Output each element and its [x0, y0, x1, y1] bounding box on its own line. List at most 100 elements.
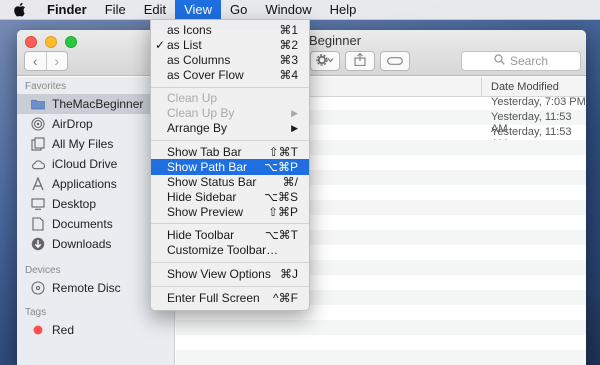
menu-item-label: Clean Up By — [167, 106, 235, 120]
forward-button[interactable]: › — [45, 52, 68, 70]
menu-item-label: Show Tab Bar — [167, 145, 242, 159]
sidebar-item-label: Remote Disc — [52, 281, 121, 295]
menu-item-show-status-bar[interactable]: Show Status Bar ⌘/ — [151, 174, 309, 190]
fullscreen-button[interactable] — [65, 36, 77, 48]
menu-item-hide-sidebar[interactable]: Hide Sidebar ⌥⌘S — [151, 189, 309, 205]
menu-item-as-cover-flow[interactable]: as Cover Flow ⌘4 — [151, 67, 309, 83]
menu-separator — [151, 87, 309, 88]
gear-icon — [316, 53, 334, 69]
sidebar-item-label: Downloads — [52, 237, 112, 251]
column-header-date-modified[interactable]: Date Modified — [481, 77, 586, 97]
sidebar-item-label: Applications — [52, 177, 117, 191]
applications-icon — [31, 177, 45, 191]
menu-item-shortcut: ⌥⌘S — [264, 190, 298, 204]
menu-item-label: Hide Toolbar — [167, 228, 235, 242]
menu-separator — [151, 140, 309, 141]
menu-item-label: Show Preview — [167, 205, 244, 219]
menu-item-label: as Cover Flow — [167, 68, 244, 82]
sidebar-item-label: Red — [52, 323, 75, 337]
menu-item-enter-full-screen[interactable]: Enter Full Screen ^⌘F — [151, 290, 309, 306]
menu-item-shortcut: ⇧⌘P — [267, 205, 298, 219]
menu-item-show-tab-bar[interactable]: Show Tab Bar ⇧⌘T — [151, 144, 309, 160]
menu-item-label: Show Path Bar — [167, 160, 248, 174]
menu-item-shortcut: ⌘3 — [279, 53, 298, 67]
menu-item-customize-toolbar[interactable]: Customize Toolbar… — [151, 242, 309, 258]
search-placeholder: Search — [509, 54, 549, 68]
menu-view[interactable]: View — [175, 0, 222, 20]
menu-help[interactable]: Help — [321, 0, 366, 20]
submenu-arrow-icon: ▶ — [291, 108, 298, 118]
sidebar-item-label: AirDrop — [52, 117, 93, 131]
menu-finder[interactable]: Finder — [38, 0, 96, 20]
menu-item-shortcut: ⇧⌘T — [268, 145, 298, 159]
menu-item-label: Clean Up — [167, 91, 218, 105]
sidebar-item-label: Desktop — [52, 197, 97, 211]
share-icon — [354, 52, 366, 69]
menu-item-label: Customize Toolbar… — [167, 243, 279, 257]
menu-bar: Finder File Edit View Go Window Help — [0, 0, 600, 20]
tag-icon — [387, 54, 403, 68]
menu-item-arrange-by[interactable]: Arrange By ▶ — [151, 120, 309, 136]
minimize-button[interactable] — [45, 36, 57, 48]
menu-item-clean-up: Clean Up — [151, 90, 309, 106]
menu-item-label: as List — [167, 38, 202, 52]
documents-icon — [31, 217, 45, 231]
menu-item-show-preview[interactable]: Show Preview ⇧⌘P — [151, 204, 309, 220]
back-button[interactable]: ‹ — [25, 52, 46, 70]
menu-item-shortcut: ⌘/ — [282, 175, 298, 189]
sidebar-heading-favorites: Favorites — [25, 81, 67, 92]
navigation-buttons: ‹ › — [24, 51, 68, 71]
menu-item-shortcut: ⌘2 — [279, 38, 298, 52]
menu-item-shortcut: ⌘J — [280, 267, 298, 281]
desktop-icon — [31, 197, 45, 211]
menu-item-shortcut: ⌥⌘T — [264, 228, 298, 242]
menu-item-label: Show View Options — [167, 267, 271, 281]
search-field[interactable]: Search — [461, 51, 581, 71]
sidebar-heading-tags: Tags — [25, 307, 47, 318]
menu-item-label: Hide Sidebar — [167, 190, 237, 204]
menu-go[interactable]: Go — [221, 0, 256, 20]
sidebar-item-tag-red[interactable]: Red — [17, 320, 175, 340]
airdrop-icon — [31, 117, 45, 131]
menu-edit[interactable]: Edit — [135, 0, 175, 20]
menu-separator — [151, 262, 309, 263]
empty-row — [176, 350, 586, 365]
menu-separator — [151, 223, 309, 224]
menu-item-shortcut: ⌥⌘P — [264, 160, 298, 174]
empty-row — [176, 320, 586, 335]
menu-item-label: Arrange By — [167, 121, 228, 135]
close-button[interactable] — [25, 36, 37, 48]
menu-item-shortcut: ⌘1 — [279, 23, 298, 37]
menu-item-clean-up-by: Clean Up By ▶ — [151, 105, 309, 121]
menu-item-as-columns[interactable]: as Columns ⌘3 — [151, 52, 309, 68]
downloads-icon — [31, 237, 45, 251]
menu-separator — [151, 286, 309, 287]
menu-item-as-list[interactable]: ✓ as List ⌘2 — [151, 37, 309, 53]
sidebar-heading-devices: Devices — [25, 265, 61, 276]
checkmark-icon: ✓ — [155, 38, 166, 52]
menu-item-shortcut: ⌘4 — [279, 68, 298, 82]
sidebar-item-label: iCloud Drive — [52, 157, 118, 171]
sidebar-item-label: Documents — [52, 217, 113, 231]
all-files-icon — [31, 137, 45, 151]
menu-item-show-view-options[interactable]: Show View Options ⌘J — [151, 266, 309, 282]
menu-item-show-path-bar[interactable]: Show Path Bar ⌥⌘P — [151, 159, 309, 175]
menu-item-hide-toolbar[interactable]: Hide Toolbar ⌥⌘T — [151, 227, 309, 243]
sidebar-item-label: TheMacBeginner — [52, 97, 144, 111]
share-button[interactable] — [345, 51, 375, 71]
menu-window[interactable]: Window — [256, 0, 320, 20]
menu-item-shortcut: ^⌘F — [273, 291, 298, 305]
sidebar-item-label: All My Files — [52, 137, 114, 151]
menu-item-label: Show Status Bar — [167, 175, 257, 189]
menu-file[interactable]: File — [96, 0, 135, 20]
menu-item-label: as Icons — [167, 23, 212, 37]
row-date: Yesterday, 7:03 PM — [491, 96, 586, 108]
action-button[interactable] — [310, 51, 340, 71]
menu-item-label: as Columns — [167, 53, 231, 67]
apple-logo-icon[interactable] — [0, 0, 38, 20]
folder-icon — [31, 97, 45, 111]
tag-button[interactable] — [380, 51, 410, 71]
cloud-icon — [31, 157, 45, 171]
menu-item-as-icons[interactable]: as Icons ⌘1 — [151, 22, 309, 38]
window-title: Beginner — [309, 33, 362, 48]
